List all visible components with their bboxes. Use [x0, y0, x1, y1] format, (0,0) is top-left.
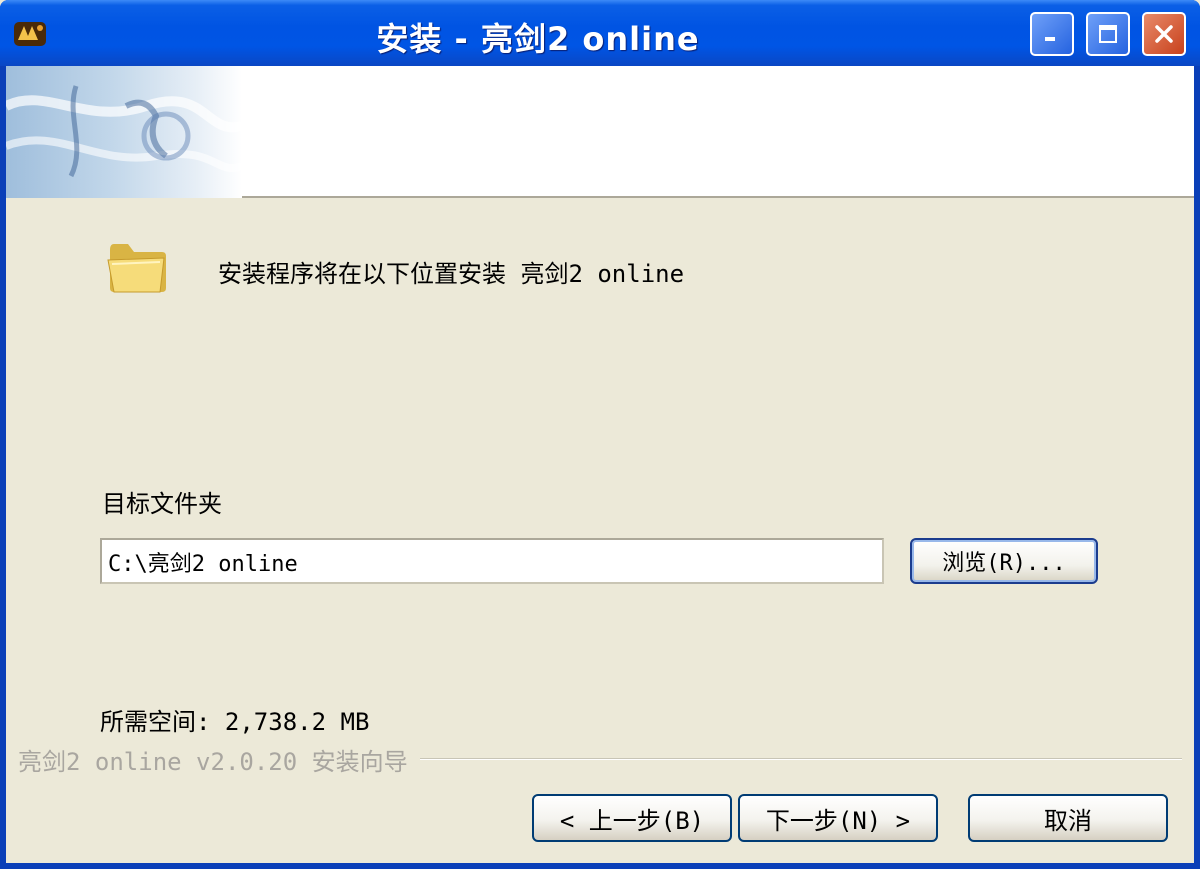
cancel-button[interactable]: 取消	[968, 794, 1168, 842]
close-icon	[1155, 25, 1173, 43]
folder-icon	[106, 236, 170, 296]
wizard-client-area: 安装程序将在以下位置安装 亮剑2 online 目标文件夹 C:\亮剑2 onl…	[6, 66, 1194, 863]
destination-folder-label: 目标文件夹	[102, 490, 222, 518]
window-title: 安装 - 亮剑2 online	[376, 20, 700, 58]
minimize-button[interactable]	[1030, 12, 1074, 56]
close-button[interactable]	[1142, 12, 1186, 56]
maximize-icon	[1099, 25, 1117, 43]
minimize-icon	[1045, 37, 1055, 41]
installer-branding: 亮剑2 online v2.0.20 安装向导	[18, 742, 420, 777]
destination-path-input[interactable]: C:\亮剑2 online	[100, 538, 884, 584]
wizard-header	[6, 66, 1194, 198]
space-required-text: 所需空间: 2,738.2 MB	[100, 708, 370, 736]
install-location-message: 安装程序将在以下位置安装 亮剑2 online	[218, 260, 685, 288]
next-button[interactable]: 下一步(N) >	[738, 794, 938, 842]
maximize-button[interactable]	[1086, 12, 1130, 56]
installer-window: 安装 - 亮剑2 online 安装程序将在以下位置安装 亮剑2 online …	[0, 0, 1200, 869]
back-button[interactable]: < 上一步(B)	[532, 794, 732, 842]
game-banner-image	[6, 66, 242, 198]
title-bar[interactable]: 安装 - 亮剑2 online	[0, 0, 1200, 66]
browse-button[interactable]: 浏览(R)...	[910, 538, 1098, 584]
